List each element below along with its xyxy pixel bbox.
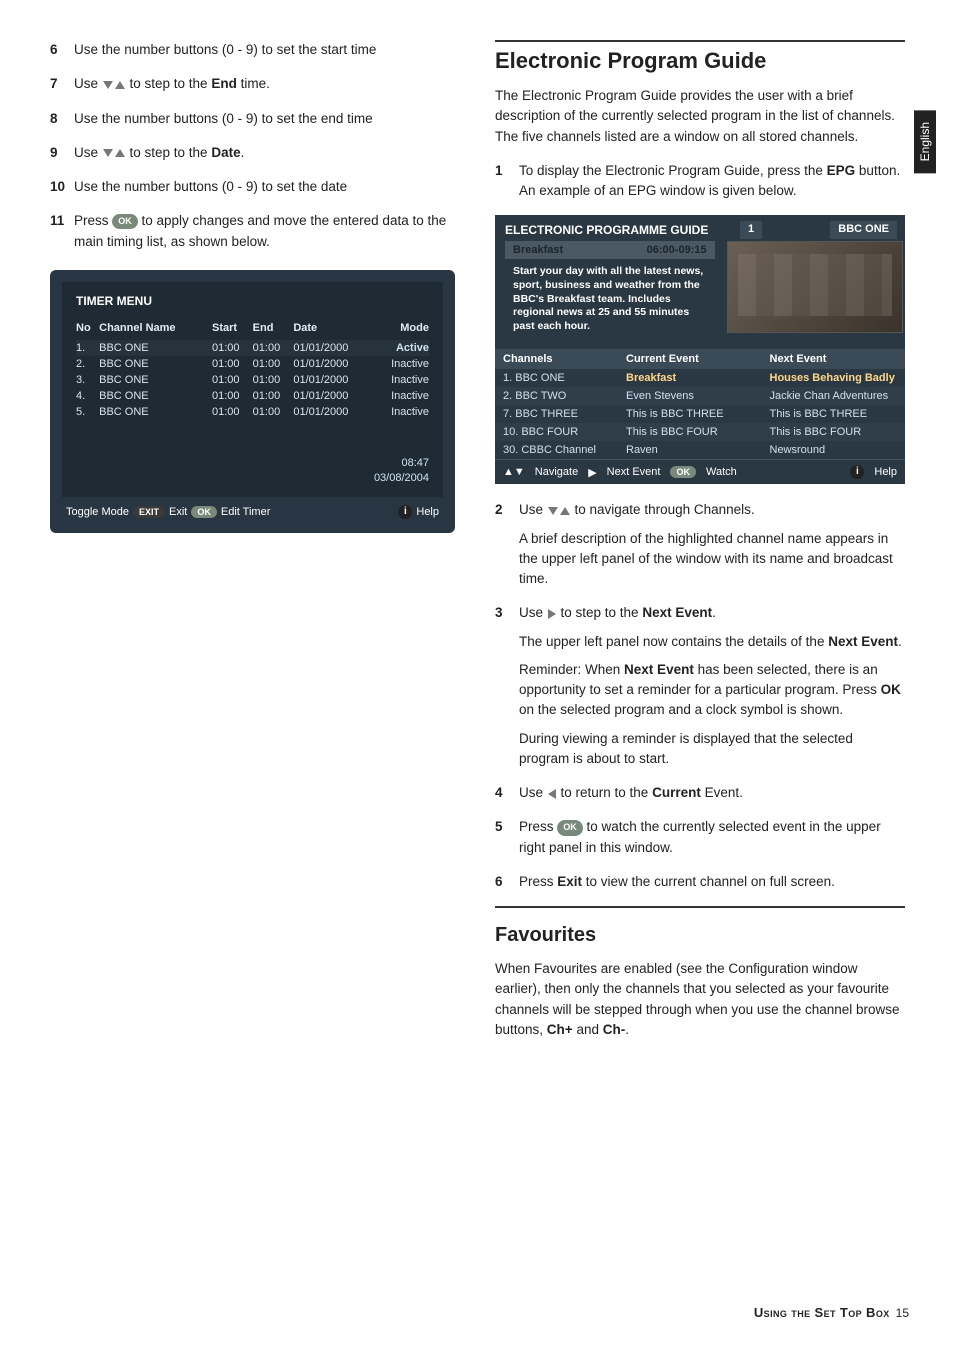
table-row: 2. BBC TWOEven StevensJackie Chan Advent…: [495, 387, 905, 405]
epg-footer: ▲▼Navigate ▶Next Event OKWatch iHelp: [495, 459, 905, 484]
table-row: 4.BBC ONE01:0001:0001/01/2000Inactive: [76, 388, 429, 404]
favourites-text: When Favourites are enabled (see the Con…: [495, 959, 905, 1040]
ok-pill-icon: OK: [670, 466, 696, 478]
right-arrow-icon: [548, 609, 556, 619]
epg-intro: The Electronic Program Guide provides th…: [495, 86, 905, 147]
down-arrow-icon: [103, 149, 113, 157]
page-footer: Using the Set Top Box15: [754, 1305, 909, 1320]
epg-channel-num: 1: [740, 221, 762, 239]
epg-preview-icon: [727, 241, 903, 333]
step-body: Use the number buttons (0 - 9) to set th…: [74, 40, 455, 60]
table-row: 1. BBC ONEBreakfastHouses Behaving Badly: [495, 369, 905, 387]
timer-date: 03/08/2004: [76, 471, 429, 486]
epg-desc: Start your day with all the latest news,…: [505, 259, 715, 339]
right-steps-1: 1To display the Electronic Program Guide…: [495, 161, 905, 202]
step-num: 6: [50, 40, 74, 60]
timer-clock: 08:47: [76, 456, 429, 471]
table-row: 10. BBC FOURThis is BBC FOURThis is BBC …: [495, 423, 905, 441]
language-tab: English: [914, 110, 936, 173]
table-row: 5.BBC ONE01:0001:0001/01/2000Inactive: [76, 404, 429, 420]
epg-prog-name: Breakfast: [513, 244, 563, 256]
epg-prog-time: 06:00-09:15: [647, 244, 707, 256]
table-row: 7. BBC THREEThis is BBC THREEThis is BBC…: [495, 405, 905, 423]
timer-table: No Channel Name Start End Date Mode 1.BB…: [76, 322, 429, 420]
down-arrow-icon: [103, 81, 113, 89]
left-arrow-icon: [548, 789, 556, 799]
epg-heading: Electronic Program Guide: [495, 48, 905, 74]
table-row: 30. CBBC ChannelRavenNewsround: [495, 441, 905, 459]
epg-table: Channels Current Event Next Event 1. BBC…: [495, 349, 905, 459]
info-icon: i: [398, 505, 412, 519]
right-steps-2: 2Use to navigate through Channels.A brie…: [495, 500, 905, 892]
section-rule: [495, 906, 905, 908]
timer-menu-screenshot: TIMER MENU No Channel Name Start End Dat…: [50, 270, 455, 533]
up-arrow-icon: [115, 81, 125, 89]
down-arrow-icon: [548, 507, 558, 515]
left-steps: 6Use the number buttons (0 - 9) to set t…: [50, 40, 455, 252]
epg-title: ELECTRONIC PROGRAMME GUIDE: [505, 223, 708, 237]
section-rule: [495, 40, 905, 42]
table-row: 3.BBC ONE01:0001:0001/01/2000Inactive: [76, 372, 429, 388]
up-arrow-icon: [115, 149, 125, 157]
epg-screenshot: ELECTRONIC PROGRAMME GUIDE Breakfast 06:0…: [495, 215, 905, 484]
timer-title: TIMER MENU: [76, 294, 429, 308]
ok-pill-icon: OK: [191, 506, 217, 518]
up-arrow-icon: [560, 507, 570, 515]
ok-icon: OK: [557, 820, 583, 836]
ok-icon: OK: [112, 214, 138, 230]
table-row: 1.BBC ONE01:0001:0001/01/2000Active: [76, 340, 429, 356]
info-icon: i: [850, 465, 864, 479]
table-row: 2.BBC ONE01:0001:0001/01/2000Inactive: [76, 356, 429, 372]
epg-channel-name: BBC ONE: [830, 221, 897, 239]
timer-footer: Toggle Mode EXIT Exit OK Edit Timer i He…: [62, 497, 443, 521]
favourites-heading: Favourites: [495, 924, 905, 947]
exit-pill-icon: EXIT: [133, 506, 165, 518]
